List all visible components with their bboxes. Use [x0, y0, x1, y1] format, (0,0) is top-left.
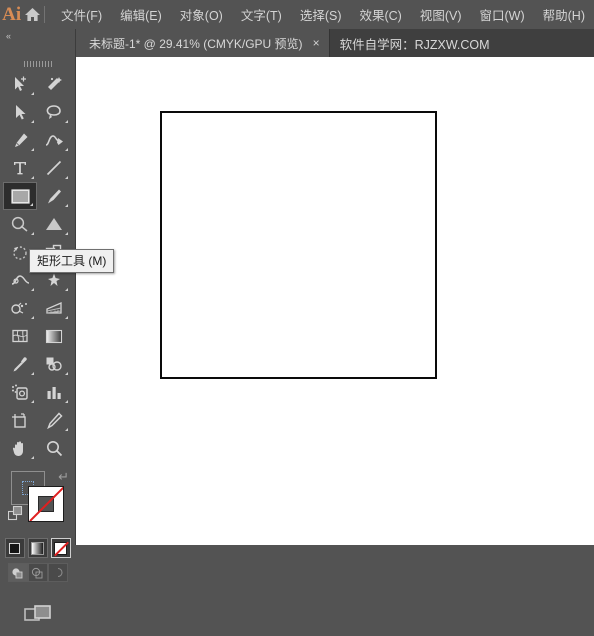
toolbar-header: «	[0, 29, 76, 57]
mesh-tool[interactable]	[3, 322, 37, 350]
grip-dots-icon	[23, 60, 52, 67]
live-paint-bucket-tool[interactable]	[3, 378, 37, 406]
column-graph-tool[interactable]	[37, 378, 71, 406]
menu-item-list: 文件(F) 编辑(E) 对象(O) 文字(T) 选择(S) 效果(C) 视图(V…	[52, 2, 594, 27]
home-icon[interactable]	[23, 0, 41, 29]
gradient-mode-button[interactable]	[27, 538, 48, 558]
lasso-tool[interactable]	[37, 98, 71, 126]
gradient-mesh-tool[interactable]	[37, 210, 71, 238]
tool-expand-corner-icon	[65, 120, 68, 123]
tool-expand-corner-icon	[31, 288, 34, 291]
tool-expand-corner-icon	[65, 400, 68, 403]
tool-expand-corner-icon	[30, 203, 33, 206]
fill-stroke-controls: ↵	[0, 466, 75, 536]
zoom-tool[interactable]	[37, 434, 71, 462]
tool-tooltip: 矩形工具 (M)	[29, 249, 115, 273]
menu-object[interactable]: 对象(O)	[171, 2, 232, 27]
menu-bar: Ai 文件(F) 编辑(E) 对象(O) 文字(T) 选择(S) 效果(C) 视…	[0, 0, 594, 30]
none-mode-button[interactable]	[50, 538, 71, 558]
illustrator-window: Ai 文件(F) 编辑(E) 对象(O) 文字(T) 选择(S) 效果(C) 视…	[0, 0, 594, 621]
ai-logo: Ai	[2, 3, 22, 25]
canvas-area[interactable]	[76, 57, 594, 545]
none-slash-icon	[29, 487, 63, 521]
artboard-tool[interactable]	[3, 406, 37, 434]
curvature-tool[interactable]	[37, 126, 71, 154]
slice-tool[interactable]	[37, 406, 71, 434]
tool-expand-corner-icon	[65, 316, 68, 319]
blend-tool[interactable]	[37, 350, 71, 378]
menu-help[interactable]: 帮助(H)	[534, 2, 594, 27]
tools-panel: ↵ 矩形工具 (M)	[0, 57, 115, 621]
drawing-mode-buttons	[0, 563, 75, 582]
tool-expand-corner-icon	[31, 456, 34, 459]
none-mode-icon	[54, 541, 69, 556]
menu-edit[interactable]: 编辑(E)	[111, 2, 171, 27]
draw-inside-button[interactable]	[47, 563, 68, 582]
tool-expand-corner-icon	[65, 204, 68, 207]
gradient-tool[interactable]	[37, 322, 71, 350]
collapse-panel-icon[interactable]: «	[0, 29, 11, 41]
close-icon[interactable]: ×	[313, 37, 320, 49]
tool-expand-corner-icon	[65, 148, 68, 151]
change-screen-mode-button[interactable]	[0, 596, 75, 636]
tool-expand-corner-icon	[65, 288, 68, 291]
menu-select[interactable]: 选择(S)	[291, 2, 351, 27]
menu-file[interactable]: 文件(F)	[52, 2, 111, 27]
color-mode-button[interactable]	[4, 538, 25, 558]
menu-separator	[43, 6, 45, 23]
watermark-note: 软件自学网：RJZXW.COM	[330, 29, 500, 57]
tool-expand-corner-icon	[31, 148, 34, 151]
perspective-grid-tool[interactable]	[37, 294, 71, 322]
eyedropper-tool[interactable]	[3, 350, 37, 378]
tool-expand-corner-icon	[65, 372, 68, 375]
menu-type[interactable]: 文字(T)	[232, 2, 291, 27]
tool-expand-corner-icon	[31, 232, 34, 235]
draw-behind-button[interactable]	[27, 563, 48, 582]
magic-wand-tool[interactable]	[37, 70, 71, 98]
swap-fill-stroke-icon[interactable]: ↵	[58, 469, 69, 485]
tool-expand-corner-icon	[31, 176, 34, 179]
artboard-rectangle[interactable]	[160, 111, 437, 379]
menu-effect[interactable]: 效果(C)	[350, 2, 410, 27]
tool-expand-corner-icon	[31, 316, 34, 319]
document-tab-bar: « 未标题-1* @ 29.41% (CMYK/GPU 预览) × 软件自学网：…	[0, 29, 594, 57]
paintbrush-tool[interactable]	[37, 182, 71, 210]
tool-expand-corner-icon	[65, 428, 68, 431]
watermark-note-text: 软件自学网：RJZXW.COM	[339, 37, 490, 52]
selection-tool[interactable]	[3, 70, 37, 98]
tool-expand-corner-icon	[31, 372, 34, 375]
line-segment-tool[interactable]	[37, 154, 71, 182]
document-tab[interactable]: 未标题-1* @ 29.41% (CMYK/GPU 预览) ×	[76, 29, 330, 57]
document-tab-title: 未标题-1* @ 29.41% (CMYK/GPU 预览)	[89, 36, 303, 51]
stroke-swatch[interactable]	[28, 486, 64, 522]
toolbar-drag-handle[interactable]	[0, 57, 75, 70]
color-mode-icon	[9, 542, 20, 554]
draw-normal-button[interactable]	[7, 563, 28, 582]
default-fill-stroke-icon[interactable]	[7, 505, 24, 527]
pen-tool[interactable]	[3, 126, 37, 154]
tool-expand-corner-icon	[65, 232, 68, 235]
type-tool[interactable]	[3, 154, 37, 182]
direct-selection-tool[interactable]	[3, 98, 37, 126]
hand-tool[interactable]	[3, 434, 37, 462]
tool-expand-corner-icon	[31, 400, 34, 403]
tool-expand-corner-icon	[31, 92, 34, 95]
paint-mode-buttons	[0, 538, 75, 558]
symbol-sprayer-tool[interactable]	[3, 294, 37, 322]
gradient-mode-icon	[31, 541, 44, 555]
tool-expand-corner-icon	[31, 120, 34, 123]
menu-view[interactable]: 视图(V)	[411, 2, 471, 27]
menu-window[interactable]: 窗口(W)	[471, 2, 534, 27]
tool-expand-corner-icon	[65, 176, 68, 179]
shaper-tool[interactable]	[3, 210, 37, 238]
rectangle-tool[interactable]	[3, 182, 37, 210]
